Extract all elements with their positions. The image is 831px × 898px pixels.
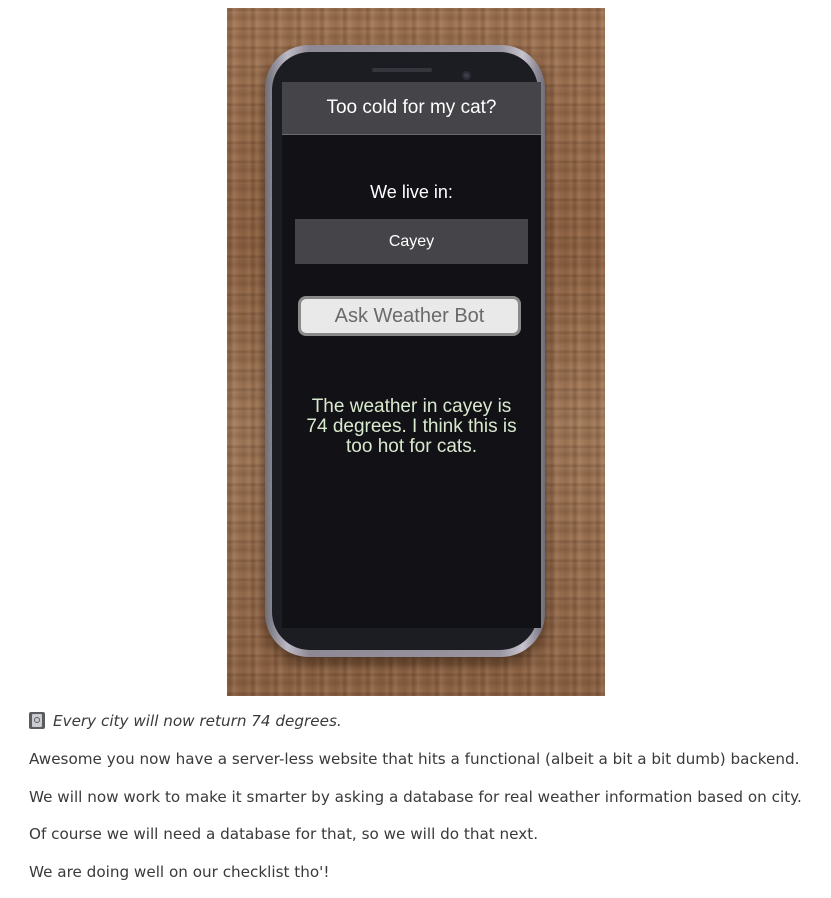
camera-icon [462,71,471,80]
paragraph: We will now work to make it smarter by a… [29,788,802,806]
paragraph: Of course we will need a database for th… [29,825,539,843]
paragraph: We are doing well on our checklist tho'! [29,863,330,881]
app-title: Too cold for my cat? [282,82,541,135]
phone-speaker [372,68,432,72]
note-text: Every city will now return 74 degrees. [53,712,342,730]
note: Every city will now return 74 degrees. [29,712,342,730]
location-label: We live in: [370,182,453,202]
city-input[interactable] [295,219,528,264]
ask-weather-bot-button[interactable]: Ask Weather Bot [298,296,521,336]
paragraph: Awesome you now have a server-less websi… [29,750,800,768]
book-icon [29,712,45,729]
phone-photo: Too cold for my cat? We live in: Ask Wea… [227,8,605,696]
weather-app-screen: Too cold for my cat? We live in: Ask Wea… [282,82,541,628]
weather-result: The weather in cayey is 74 degrees. I th… [306,396,517,457]
